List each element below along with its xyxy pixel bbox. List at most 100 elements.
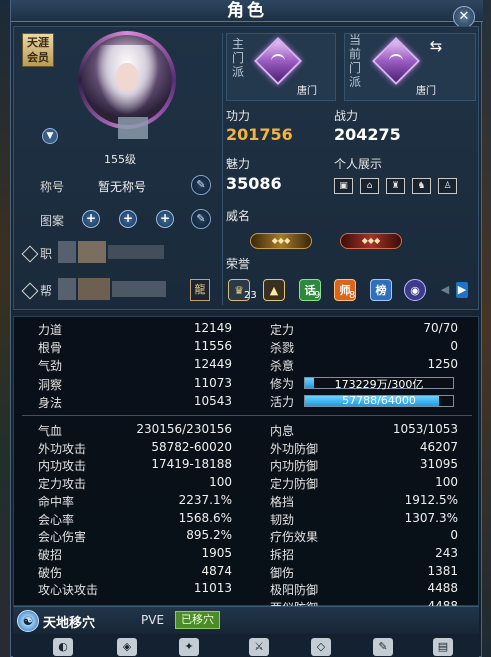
attr-value: 11073 (193, 375, 232, 390)
add-pattern-1-icon[interactable]: + (82, 210, 100, 228)
fame-label: 威名 (226, 209, 251, 223)
power-label: 功力 (226, 109, 251, 123)
attr-label: 杀戮 (270, 341, 295, 356)
title-bar[interactable]: 角色 (11, 0, 483, 22)
personal-display-label: 个人展示 (334, 157, 383, 171)
honor-next-icon[interactable]: ▶ (456, 282, 468, 298)
combat-label: 战力 (334, 109, 359, 123)
attr-value: 1568.6% (178, 510, 232, 525)
title-label: 称号 (40, 180, 65, 194)
attr-value: 1905 (201, 545, 232, 560)
attr-label: 破伤 (38, 565, 63, 580)
attr-label: 攻心诀攻击 (38, 583, 99, 598)
toolbar-slot-5-icon[interactable]: ◇ (311, 638, 331, 656)
attr-value: 895.2% (186, 528, 232, 543)
cultivation-value: 173229万/300亿 (334, 378, 424, 391)
honor-count-2: 9 (314, 290, 321, 301)
attr-label: 外功攻击 (38, 441, 87, 456)
honor-rank-icon[interactable]: 榜 (370, 279, 392, 301)
censored-profession-a (58, 241, 76, 263)
window-title: 角色 (227, 1, 267, 21)
mount-icon[interactable]: ♞ (412, 178, 431, 194)
fame-badge-red[interactable]: ◆◆◆ (340, 233, 402, 249)
honor-count-3: 8 (349, 290, 356, 301)
attr-value: 1053/1053 (392, 422, 458, 436)
cultivation-bar: 173229万/300亿 (304, 377, 454, 391)
bottom-toolbar: ◐ ◈ ✦ ⚔ ◇ ✎ ▤ (13, 636, 479, 657)
vitality-value: 57788/64000 (342, 394, 416, 407)
attr-label: 内功攻击 (38, 459, 87, 474)
censored-profession-b (78, 241, 106, 263)
acupoint-skill-icon[interactable]: ☯ (17, 610, 39, 632)
honor-medal-icon[interactable]: ◉ (404, 279, 426, 301)
attr-label: 气劲 (38, 359, 63, 374)
cultivation-label: 修为 (270, 377, 295, 391)
power-value: 201756 (226, 125, 293, 144)
acupoint-status-badge[interactable]: 已移穴 (175, 611, 220, 629)
avatar (82, 35, 172, 125)
house-icon[interactable]: ⌂ (360, 178, 379, 194)
attr-value: 1307.3% (404, 510, 458, 525)
title-value: 暂无称号 (98, 180, 147, 194)
honor-count-1: 23 (244, 290, 257, 301)
profession-diamond-icon (21, 245, 39, 263)
guild-dragon-icon[interactable]: 龍 (190, 279, 210, 301)
costume-icon[interactable]: ♙ (438, 178, 457, 194)
avatar-frame[interactable] (78, 31, 176, 129)
chevron-down-icon[interactable]: ▼ (42, 128, 58, 144)
profession-label: 职 (40, 247, 53, 261)
current-school-name: 唐门 (416, 86, 436, 97)
attr-label: 极阳防御 (270, 583, 319, 598)
fame-badge-gold[interactable]: ◆◆◆ (250, 233, 312, 249)
close-icon[interactable]: ✕ (453, 6, 475, 28)
attr-label: 力道 (38, 323, 63, 337)
add-pattern-3-icon[interactable]: + (156, 210, 174, 228)
attr-value: 1381 (427, 563, 458, 578)
attr-label: 命中率 (38, 494, 75, 509)
pattern-label: 图案 (40, 214, 65, 228)
attr-label: 定力 (270, 323, 295, 337)
toolbar-slot-3-icon[interactable]: ✦ (179, 638, 199, 656)
skill-name: 天地移穴 (43, 616, 96, 631)
attr-label: 会心率 (38, 512, 75, 527)
attr-label: 外功防御 (270, 441, 319, 456)
attr-label: 气血 (38, 424, 63, 438)
attr-label: 破招 (38, 547, 63, 562)
attr-value: 0 (450, 339, 458, 354)
attr-label: 内息 (270, 424, 295, 438)
attr-label: 定力防御 (270, 477, 319, 492)
honor-label: 荣誉 (226, 257, 251, 271)
attr-value: 12149 (193, 321, 232, 335)
toolbar-slot-2-icon[interactable]: ◈ (117, 638, 137, 656)
censored-name (118, 117, 148, 139)
castle-icon[interactable]: ♜ (386, 178, 405, 194)
character-panel: 角色 ✕ 天涯会员 155级 ▼ 称号 暂无称号 ✎ 图案 + + + ✎ 职 … (10, 0, 483, 657)
attr-value: 70/70 (423, 321, 458, 335)
censored-guild-b (78, 278, 110, 300)
honor-prev-icon[interactable]: ◀ (439, 282, 451, 298)
attr-value: 58782-60020 (151, 439, 232, 454)
attr-value: 243 (435, 545, 458, 560)
attr-label: 疗伤效果 (270, 530, 319, 545)
edit-title-icon[interactable]: ✎ (191, 175, 211, 195)
attr-label: 韧劲 (270, 512, 295, 527)
honor-mountain-icon[interactable]: ▲ (263, 279, 285, 301)
attr-value: 1250 (427, 357, 458, 372)
attr-value: 11556 (193, 339, 232, 354)
attr-label: 内功防御 (270, 459, 319, 474)
id-card-icon[interactable]: ▣ (334, 178, 353, 194)
attr-label: 根骨 (38, 341, 63, 356)
add-pattern-2-icon[interactable]: + (119, 210, 137, 228)
attr-value: 100 (209, 475, 232, 490)
swap-school-icon[interactable]: ⇆ (427, 37, 445, 55)
edit-pattern-icon[interactable]: ✎ (191, 209, 211, 229)
toolbar-slot-6-icon[interactable]: ✎ (373, 638, 393, 656)
toolbar-slot-7-icon[interactable]: ▤ (433, 638, 453, 656)
toolbar-slot-4-icon[interactable]: ⚔ (249, 638, 269, 656)
guild-diamond-icon (21, 282, 39, 300)
member-badge[interactable]: 天涯会员 (22, 33, 54, 67)
attr-value: 2237.1% (178, 492, 232, 507)
charm-label: 魅力 (226, 157, 251, 171)
toolbar-slot-1-icon[interactable]: ◐ (53, 638, 73, 656)
attr-value: 12449 (193, 357, 232, 372)
